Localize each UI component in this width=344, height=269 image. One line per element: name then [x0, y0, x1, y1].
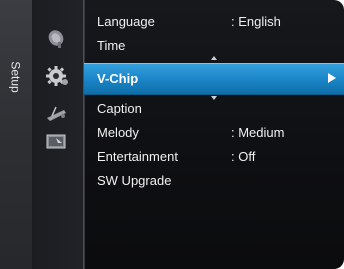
menu-item-sw-upgrade[interactable]: SW Upgrade	[97, 171, 337, 191]
menu-item-label: Entertainment	[97, 149, 178, 164]
menu-item-value: : Medium	[231, 125, 285, 140]
menu-item-time[interactable]: Time	[97, 36, 337, 56]
menu-item-value: : English	[231, 14, 281, 29]
category-icon-column	[32, 0, 84, 269]
menu-item-label: Time	[97, 38, 126, 53]
menu-item-melody[interactable]: Melody : Medium	[97, 123, 337, 143]
menu-item-label: SW Upgrade	[97, 173, 172, 188]
scroll-up-indicator-icon	[211, 56, 217, 60]
menu-item-label-selected: V-Chip	[97, 71, 139, 86]
menu-item-caption[interactable]: Caption	[97, 99, 337, 119]
menu-item-label: Caption	[97, 101, 142, 116]
menu-item-entertainment[interactable]: Entertainment : Off	[97, 147, 337, 167]
menu-item-v-chip[interactable]: V-Chip	[84, 63, 344, 95]
setup-tab-label: Setup	[8, 61, 23, 93]
menu-item-label: Language	[97, 14, 155, 29]
osd-screen: Setup Language: English Time V-Chip Cap…	[0, 0, 344, 269]
menu-item-value: : Off	[231, 149, 256, 164]
remote-icon[interactable]	[44, 104, 70, 126]
setup-tab[interactable]: Setup	[0, 0, 33, 269]
column-divider	[83, 0, 85, 269]
menu-item-language[interactable]: Language : English	[97, 12, 337, 32]
satellite-dish-icon[interactable]	[44, 28, 70, 50]
menu-item-label: Melody	[97, 125, 139, 140]
picture-input-icon[interactable]	[44, 131, 70, 153]
submenu-arrow-icon	[328, 73, 336, 83]
setup-tab-label-wrap: Setup	[0, 57, 32, 97]
gear-icon[interactable]	[44, 65, 70, 87]
